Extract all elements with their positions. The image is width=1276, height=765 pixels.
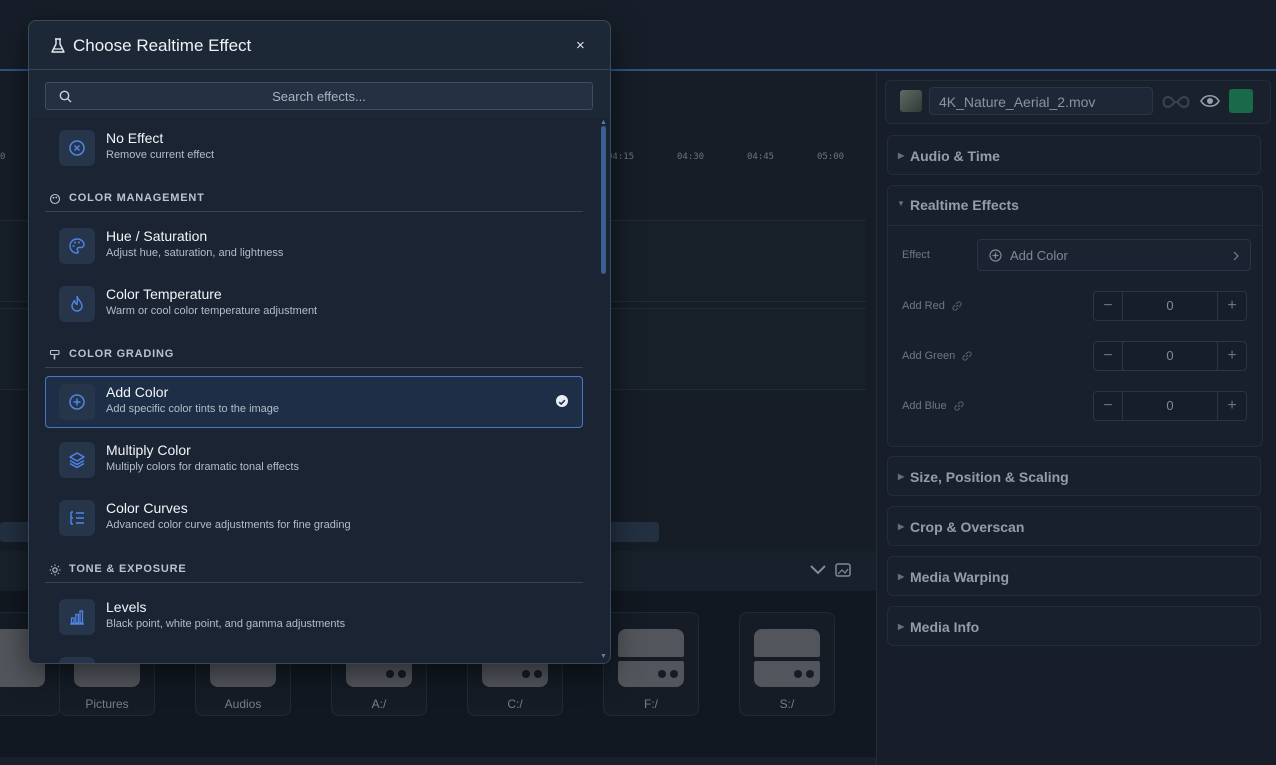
effect-picker-modal: Choose Realtime Effect × Search effects.… <box>28 20 611 664</box>
search-input[interactable]: Search effects... <box>45 82 593 110</box>
effect-item-no-effect[interactable]: No Effect Remove current effect <box>45 122 583 174</box>
palette-icon <box>59 228 95 264</box>
close-icon[interactable]: × <box>576 37 585 54</box>
effect-description: Multiply colors for dramatic tonal effec… <box>106 461 299 473</box>
flask-icon <box>51 38 65 53</box>
effect-description: Add specific color tints to the image <box>106 403 280 415</box>
effect-description: Remove current effect <box>106 149 215 161</box>
category-label: COLOR MANAGEMENT <box>69 192 205 204</box>
sun-icon <box>49 564 61 576</box>
effect-icon <box>59 657 95 663</box>
effect-name: Color Curves <box>106 500 188 516</box>
palette-icon <box>49 193 61 205</box>
effect-item-multiply-color[interactable]: Multiply Color Multiply colors for drama… <box>45 434 583 486</box>
effect-name: Color Temperature <box>106 286 222 302</box>
category-label: COLOR GRADING <box>69 348 175 360</box>
effect-item-hue-saturation[interactable]: Hue / Saturation Adjust hue, saturation,… <box>45 220 583 272</box>
modal-header: Choose Realtime Effect × <box>29 21 610 70</box>
effect-item-partial[interactable] <box>45 649 583 663</box>
effect-item-add-color[interactable]: Add Color Add specific color tints to th… <box>45 376 583 428</box>
effect-name: Levels <box>106 599 147 615</box>
effect-name: Multiply Color <box>106 442 191 458</box>
search-placeholder: Search effects... <box>272 89 366 104</box>
modal-title: Choose Realtime Effect <box>73 36 252 55</box>
effect-list-scrollbar[interactable] <box>601 126 606 274</box>
effect-list: No Effect Remove current effect COLOR MA… <box>29 118 610 663</box>
effect-description: Black point, white point, and gamma adju… <box>106 618 346 630</box>
brush-icon <box>49 349 60 360</box>
category-color-grading: COLOR GRADING <box>45 347 583 368</box>
layers-icon <box>59 442 95 478</box>
effect-item-color-temperature[interactable]: Color Temperature Warm or cool color tem… <box>45 278 583 330</box>
category-color-management: COLOR MANAGEMENT <box>45 191 583 212</box>
category-label: TONE & EXPOSURE <box>69 563 187 575</box>
list-icon <box>59 500 95 536</box>
effect-description: Advanced color curve adjustments for fin… <box>106 519 351 531</box>
scroll-down-arrow[interactable]: ▼ <box>600 653 607 660</box>
effect-name: Hue / Saturation <box>106 228 208 244</box>
scroll-up-arrow[interactable]: ▲ <box>600 119 607 126</box>
flame-icon <box>59 286 95 322</box>
effect-item-color-curves[interactable]: Color Curves Advanced color curve adjust… <box>45 492 583 544</box>
effect-item-levels[interactable]: Levels Black point, white point, and gam… <box>45 591 583 643</box>
bar-chart-icon <box>59 599 95 635</box>
effect-description: Warm or cool color temperature adjustmen… <box>106 305 318 317</box>
no-effect-icon <box>59 130 95 166</box>
add-circle-icon <box>59 384 95 420</box>
category-tone-exposure: TONE & EXPOSURE <box>45 562 583 583</box>
check-icon <box>556 395 568 407</box>
effect-name: No Effect <box>106 130 164 146</box>
effect-name: Add Color <box>106 384 169 400</box>
effect-description: Adjust hue, saturation, and lightness <box>106 247 284 259</box>
